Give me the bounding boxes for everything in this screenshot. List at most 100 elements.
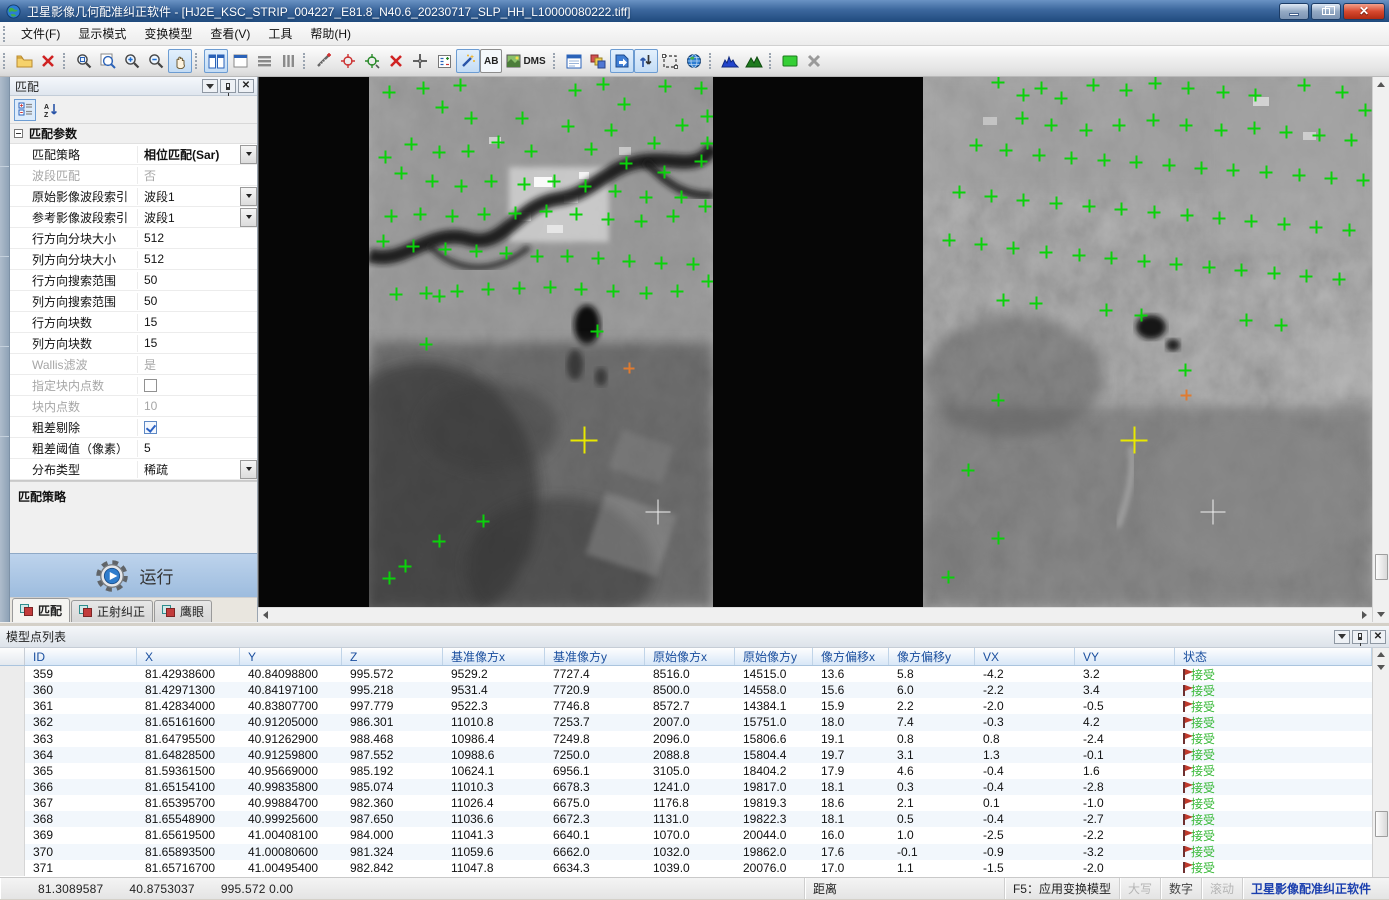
- vertical-layout-button[interactable]: [276, 49, 300, 73]
- property-value[interactable]: 512: [138, 252, 257, 266]
- attribute-form-button[interactable]: [562, 49, 586, 73]
- property-value[interactable]: 波段1: [138, 208, 257, 227]
- panel-tab-2[interactable]: 鹰眼: [154, 600, 212, 622]
- scrollbar-thumb[interactable]: [1375, 554, 1388, 580]
- clear-markers-button[interactable]: [802, 49, 826, 73]
- auto-match-button[interactable]: [456, 49, 480, 73]
- close-button[interactable]: ✕: [1343, 3, 1385, 20]
- close-image-button[interactable]: [36, 49, 60, 73]
- restore-button[interactable]: [1311, 3, 1341, 20]
- column-header-8[interactable]: 像方偏移x: [813, 648, 889, 665]
- viewer-horizontal-scrollbar[interactable]: [258, 607, 1372, 622]
- table-row[interactable]: 36681.6515410040.99835800985.07411010.36…: [0, 779, 1372, 795]
- zoom-region-button[interactable]: [72, 49, 96, 73]
- property-value[interactable]: 50: [138, 273, 257, 287]
- menu-item-0[interactable]: 文件(F): [12, 22, 69, 45]
- layer-manager-button[interactable]: [586, 49, 610, 73]
- zoom-in-button[interactable]: [120, 49, 144, 73]
- property-value[interactable]: 15: [138, 336, 257, 350]
- panel-close-button[interactable]: ✕: [1370, 630, 1386, 644]
- panel-tab-1[interactable]: 正射纠正: [71, 600, 153, 622]
- property-checkbox[interactable]: [144, 379, 157, 392]
- collapse-icon[interactable]: [14, 129, 23, 138]
- left-image-view[interactable]: [369, 77, 713, 607]
- property-row-5[interactable]: 列方向分块大小512: [10, 249, 257, 270]
- zoom-out-button[interactable]: [144, 49, 168, 73]
- property-checkbox[interactable]: [144, 421, 157, 434]
- scroll-left-button[interactable]: [259, 609, 272, 622]
- dms-coordinate-button[interactable]: DMS: [502, 49, 549, 73]
- table-row[interactable]: 36181.4283400040.83807700997.7799522.377…: [0, 698, 1372, 714]
- panel-menu-button[interactable]: [1334, 630, 1350, 644]
- minimize-button[interactable]: [1279, 3, 1309, 20]
- marker-color-button[interactable]: [778, 49, 802, 73]
- categorize-button[interactable]: [14, 99, 36, 121]
- run-area[interactable]: 运行: [10, 553, 257, 597]
- property-category[interactable]: 匹配参数: [10, 124, 257, 144]
- property-row-11[interactable]: 指定块内点数: [10, 375, 257, 396]
- histogram-stretch-button[interactable]: [718, 49, 742, 73]
- dropdown-arrow-button[interactable]: [240, 187, 257, 206]
- column-header-12[interactable]: 状态: [1175, 648, 1372, 665]
- table-row[interactable]: 36081.4297130040.84197100995.2189531.477…: [0, 682, 1372, 698]
- table-row[interactable]: 36281.6516160040.91205000986.30111010.87…: [0, 714, 1372, 730]
- property-value[interactable]: 512: [138, 231, 257, 245]
- column-header-11[interactable]: VY: [1075, 648, 1175, 665]
- panel-pin-button[interactable]: [220, 79, 236, 93]
- scroll-up-button[interactable]: [1375, 78, 1388, 91]
- table-row[interactable]: 36781.6539570040.99884700982.36011026.46…: [0, 795, 1372, 811]
- table-row[interactable]: 36981.6561950041.00408100984.00011041.36…: [0, 827, 1372, 843]
- dropdown-arrow-button[interactable]: [240, 145, 257, 164]
- column-header-3[interactable]: Z: [342, 648, 443, 665]
- property-row-3[interactable]: 参考影像波段索引波段1: [10, 207, 257, 228]
- table-row[interactable]: 36881.6554890040.99925600987.65011036.66…: [0, 811, 1372, 827]
- property-row-13[interactable]: 粗差剔除: [10, 417, 257, 438]
- split-view-button[interactable]: [204, 49, 228, 73]
- column-header-9[interactable]: 像方偏移y: [889, 648, 975, 665]
- panel-pin-button[interactable]: [1352, 630, 1368, 644]
- column-header-7[interactable]: 原始像方y: [735, 648, 813, 665]
- property-row-0[interactable]: 匹配策略相位匹配(Sar): [10, 144, 257, 165]
- column-header-1[interactable]: X: [137, 648, 240, 665]
- right-image-view[interactable]: [923, 77, 1372, 607]
- menu-item-1[interactable]: 显示模式: [69, 22, 135, 45]
- property-value[interactable]: 波段1: [138, 187, 257, 206]
- dropdown-arrow-button[interactable]: [240, 208, 257, 227]
- single-view-button[interactable]: [228, 49, 252, 73]
- panel-tab-0[interactable]: 匹配: [12, 598, 70, 622]
- property-row-2[interactable]: 原始影像波段索引波段1: [10, 186, 257, 207]
- left-dock-strip[interactable]: [0, 77, 10, 622]
- column-header-6[interactable]: 原始像方x: [645, 648, 735, 665]
- panel-close-button[interactable]: ✕: [238, 79, 254, 93]
- select-extent-button[interactable]: [658, 49, 682, 73]
- menu-item-4[interactable]: 工具: [259, 22, 301, 45]
- column-header-5[interactable]: 基准像方y: [545, 648, 645, 665]
- property-value[interactable]: 5: [138, 441, 257, 455]
- table-row[interactable]: 36581.5936150040.95669000985.19210624.16…: [0, 763, 1372, 779]
- table-row[interactable]: 35981.4293860040.84098800995.5729529.277…: [0, 666, 1372, 682]
- property-row-10[interactable]: Wallis滤波是: [10, 354, 257, 375]
- point-list-button[interactable]: [432, 49, 456, 73]
- property-value[interactable]: 是: [138, 356, 257, 373]
- terrain-display-button[interactable]: [742, 49, 766, 73]
- property-value[interactable]: 10: [138, 399, 257, 413]
- table-row[interactable]: 37081.6589350041.00080600981.32411059.66…: [0, 844, 1372, 860]
- property-row-15[interactable]: 分布类型稀疏: [10, 459, 257, 480]
- property-row-12[interactable]: 块内点数10: [10, 396, 257, 417]
- column-header-0[interactable]: ID: [25, 648, 137, 665]
- column-header-2[interactable]: Y: [240, 648, 342, 665]
- column-header-4[interactable]: 基准像方x: [443, 648, 545, 665]
- delete-point-button[interactable]: [384, 49, 408, 73]
- measure-button[interactable]: [312, 49, 336, 73]
- property-value[interactable]: 稀疏: [138, 460, 257, 479]
- panel-menu-button[interactable]: [202, 79, 218, 93]
- scroll-up-button[interactable]: [1375, 648, 1388, 661]
- property-row-7[interactable]: 列方向搜索范围50: [10, 291, 257, 312]
- ab-toggle-button[interactable]: AB: [480, 49, 502, 73]
- swap-images-button[interactable]: [634, 49, 658, 73]
- column-header-10[interactable]: VX: [975, 648, 1075, 665]
- scroll-right-button[interactable]: [1358, 609, 1371, 622]
- table-row[interactable]: 36481.6482850040.91259800987.55210988.67…: [0, 747, 1372, 763]
- sort-alphabetical-button[interactable]: AZ: [39, 99, 61, 121]
- property-row-14[interactable]: 粗差阈值（像素）5: [10, 438, 257, 459]
